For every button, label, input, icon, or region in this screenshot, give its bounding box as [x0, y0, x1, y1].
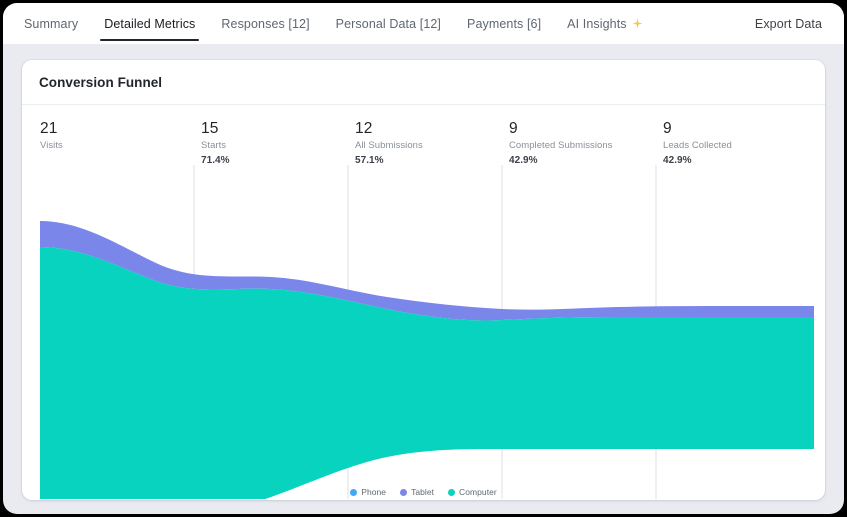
stage-count: 9 — [509, 120, 518, 137]
tab-label: Detailed Metrics — [104, 16, 196, 31]
tab-label: Responses [12] — [221, 16, 310, 31]
legend-dot-icon — [400, 488, 408, 496]
export-data-container: Export Data — [755, 3, 844, 44]
stage-count: 21 — [40, 120, 58, 137]
funnel-band-computer — [40, 247, 814, 499]
app-surface: Summary Detailed Metrics Responses [12] … — [3, 3, 844, 514]
stage-label: Leads Collected — [663, 140, 732, 151]
stage-label: Completed Submissions — [509, 140, 613, 151]
stage-percentage: 42.9% — [509, 155, 538, 166]
tab-list: Summary Detailed Metrics Responses [12] … — [3, 3, 656, 44]
legend-item-tablet[interactable]: Tablet — [400, 487, 434, 497]
export-data-button[interactable]: Export Data — [755, 17, 822, 31]
stage-percentage: 71.4% — [201, 155, 230, 166]
legend-item-computer[interactable]: Computer — [448, 487, 497, 497]
funnel-stage-starts: 15 Starts 71.4% — [201, 119, 349, 168]
tab-responses[interactable]: Responses [12] — [208, 3, 322, 44]
funnel-stage-leads-collected: 9 Leads Collected 42.9% — [663, 119, 811, 168]
stage-label: Visits — [40, 140, 63, 151]
legend-dot-icon — [350, 488, 358, 496]
tab-payments[interactable]: Payments [6] — [454, 3, 554, 44]
chart-legend: Phone Tablet Computer — [22, 487, 825, 497]
tab-label: Payments [6] — [467, 16, 542, 31]
tab-bar: Summary Detailed Metrics Responses [12] … — [3, 3, 844, 44]
stage-percentage: 42.9% — [663, 155, 692, 166]
tab-detailed-metrics[interactable]: Detailed Metrics — [91, 3, 208, 44]
tab-ai-insights[interactable]: AI Insights — [554, 3, 655, 44]
funnel-chart: 21 Visits 15 Starts 71.4% 12 All Submiss… — [22, 105, 825, 499]
funnel-stage-visits: 21 Visits — [40, 119, 188, 154]
legend-label: Phone — [361, 487, 387, 497]
tab-label: AI Insights — [567, 16, 627, 31]
stage-count: 9 — [663, 120, 672, 137]
legend-dot-icon — [448, 488, 456, 496]
sparkle-icon — [632, 18, 643, 29]
stage-count: 12 — [355, 120, 373, 137]
conversion-funnel-card: Conversion Funnel 21 Visits 15 Starts 71… — [22, 60, 825, 500]
stage-percentage: 57.1% — [355, 155, 384, 166]
stage-label: Starts — [201, 140, 227, 151]
stage-count: 15 — [201, 120, 219, 137]
funnel-stage-completed-submissions: 9 Completed Submissions 42.9% — [509, 119, 657, 168]
legend-label: Computer — [459, 487, 497, 497]
tab-label: Personal Data [12] — [335, 16, 442, 31]
tab-personal-data[interactable]: Personal Data [12] — [323, 3, 454, 44]
tab-summary[interactable]: Summary — [20, 3, 91, 44]
card-header: Conversion Funnel — [22, 60, 825, 105]
legend-item-phone[interactable]: Phone — [350, 487, 386, 497]
tab-label: Summary — [24, 16, 79, 31]
device-frame: Summary Detailed Metrics Responses [12] … — [0, 0, 847, 517]
funnel-stage-all-submissions: 12 All Submissions 57.1% — [355, 119, 503, 168]
legend-label: Tablet — [411, 487, 435, 497]
stage-label: All Submissions — [355, 140, 423, 151]
page-title: Conversion Funnel — [39, 74, 163, 90]
